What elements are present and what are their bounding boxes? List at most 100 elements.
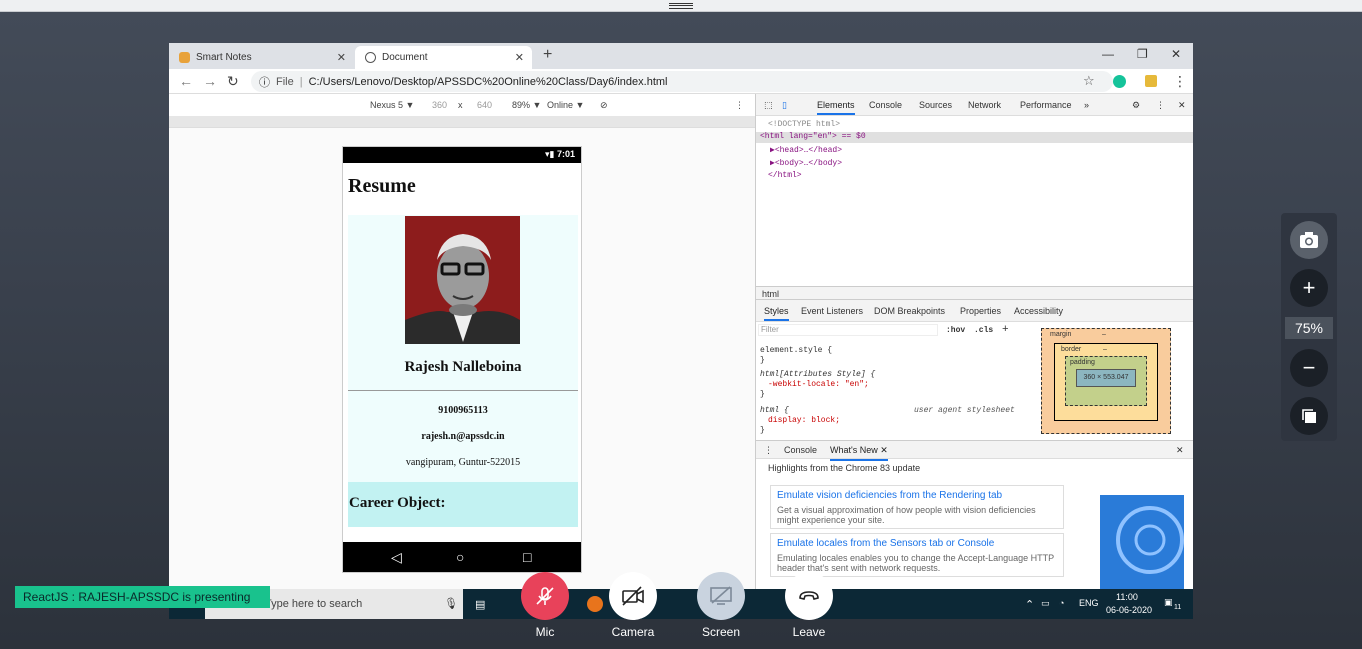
margin-value: – (1102, 331, 1106, 338)
battery-icon: ▭ (1041, 598, 1050, 608)
class-toggle[interactable]: .cls (974, 326, 993, 335)
device-select[interactable]: Nexus 5 ▼ (370, 100, 414, 110)
news-desc: Emulating locales enables you to change … (777, 553, 1055, 573)
more-tabs-icon[interactable]: » (1084, 100, 1089, 110)
drawer-menu-icon[interactable]: ⋮ (764, 445, 773, 456)
zoom-in-button[interactable]: + (1290, 269, 1328, 307)
tab-smart-notes[interactable]: Smart Notes ✕ (169, 46, 354, 69)
clock-time[interactable]: 11:00 (1116, 592, 1138, 602)
leave-button[interactable] (785, 572, 833, 620)
style-rule-close: } (760, 356, 765, 365)
box-model-content[interactable]: 360 × 553.047 (1076, 369, 1136, 387)
drag-handle-icon[interactable] (669, 3, 693, 9)
camera-button[interactable] (609, 572, 657, 620)
device-toolbar: Nexus 5 ▼ 360 x 640 89% ▼ Online ▼ ⊘ ⋮ (169, 94, 755, 116)
style-property[interactable]: display: block; (768, 416, 840, 425)
home-nav-icon[interactable]: ○ (456, 549, 464, 565)
tab-properties[interactable]: Properties (960, 306, 1001, 316)
close-icon[interactable]: ✕ (1178, 100, 1186, 111)
tab-sources[interactable]: Sources (919, 100, 952, 110)
tab-label: Smart Notes (196, 52, 252, 63)
news-title[interactable]: Emulate locales from the Sensors tab or … (777, 538, 1057, 549)
width-input[interactable]: 360 (432, 100, 447, 110)
minimize-icon[interactable]: — (1102, 47, 1114, 61)
gear-icon[interactable]: ⚙ (1132, 100, 1140, 111)
html-close-node[interactable]: </html> (768, 171, 802, 180)
maximize-icon[interactable]: ❐ (1137, 47, 1148, 61)
close-window-icon[interactable]: ✕ (1171, 47, 1181, 61)
news-title[interactable]: Emulate vision deficiencies from the Ren… (777, 490, 1057, 501)
rule-source: user agent stylesheet (914, 406, 1015, 415)
body-node[interactable]: ▶<body>…</body> (770, 158, 842, 168)
screen-share-icon (710, 586, 732, 605)
tab-performance[interactable]: Performance (1020, 100, 1072, 110)
drawer-tabs: ⋮ Console What's New ✕ ✕ (756, 441, 1193, 461)
tab-document[interactable]: Document ✕ (355, 46, 532, 69)
new-tab-icon[interactable]: + (543, 46, 552, 64)
network-select[interactable]: Online ▼ (547, 100, 584, 110)
tab-network[interactable]: Network (968, 100, 1001, 110)
mic-button[interactable] (521, 572, 569, 620)
clock-date[interactable]: 06-06-2020 (1106, 605, 1152, 615)
tab-whats-new[interactable]: What's New ✕ (830, 445, 888, 461)
doctype-node[interactable]: <!DOCTYPE html> (768, 120, 840, 129)
mic-search-icon[interactable]: 🎙 (444, 597, 458, 610)
style-property[interactable]: -webkit-locale: "en"; (768, 380, 869, 389)
breadcrumb[interactable]: html (756, 286, 1193, 300)
tab-accessibility[interactable]: Accessibility (1014, 306, 1063, 316)
styles-filter-input[interactable]: Filter (758, 324, 938, 336)
zoom-out-button[interactable]: − (1290, 349, 1328, 387)
forward-icon[interactable]: → (203, 73, 217, 89)
head-node[interactable]: ▶<head>…</head> (770, 145, 842, 155)
zoom-select[interactable]: 89% ▼ (512, 100, 541, 110)
fit-screen-button[interactable] (1290, 397, 1328, 435)
profile-card: Rajesh Nalleboina 9100965113 rajesh.n@ap… (348, 215, 578, 483)
wifi-icon[interactable]: ◔ (1059, 598, 1064, 608)
email-address: rajesh.n@apssdc.in (421, 431, 505, 442)
menu-icon[interactable]: ⋮ (1173, 73, 1187, 90)
more-icon[interactable]: ⋮ (1156, 100, 1165, 111)
back-icon[interactable]: ← (179, 73, 193, 89)
device-toggle-icon[interactable]: ▯ (782, 100, 787, 111)
html-node-selected[interactable]: <html lang="en"> == $0 (756, 132, 1193, 143)
language-label[interactable]: ENG (1079, 598, 1099, 608)
star-icon[interactable]: ☆ (1083, 73, 1095, 89)
android-nav-bar: ◁ ○ □ (343, 542, 581, 572)
tab-event-listeners[interactable]: Event Listeners (801, 306, 863, 316)
task-view-icon[interactable]: ▤ (475, 598, 485, 611)
box-model-margin: margin – border – padding 360 × 553.047 (1041, 328, 1171, 434)
screenshot-button[interactable] (1290, 221, 1328, 259)
inspect-icon[interactable]: ⬚ (764, 100, 773, 111)
style-rule: html[Attributes Style] { (760, 370, 876, 379)
reload-icon[interactable]: ↻ (227, 73, 239, 90)
grammarly-icon[interactable] (1113, 75, 1126, 88)
tab-dom-breakpoints[interactable]: DOM Breakpoints (874, 306, 945, 316)
notification-icon[interactable]: ▣ (1164, 597, 1173, 608)
hover-toggle[interactable]: :hov (946, 326, 965, 335)
news-item[interactable]: Emulate vision deficiencies from the Ren… (770, 485, 1064, 529)
close-icon[interactable]: ✕ (337, 51, 346, 64)
screen-button[interactable] (697, 572, 745, 620)
url-field[interactable]: ⓘ File | C:/Users/Lenovo/Desktop/APSSDC%… (251, 71, 1113, 92)
back-nav-icon[interactable]: ◁ (391, 549, 402, 566)
tab-console-drawer[interactable]: Console (784, 445, 817, 455)
height-input[interactable]: 640 (477, 100, 492, 110)
tab-styles[interactable]: Styles (764, 306, 789, 321)
news-item[interactable]: Emulate locales from the Sensors tab or … (770, 533, 1064, 577)
info-icon[interactable]: ⓘ (259, 74, 270, 90)
rotate-icon[interactable]: ⊘ (600, 100, 608, 111)
tab-console[interactable]: Console (869, 100, 902, 110)
more-icon[interactable]: ⋮ (735, 100, 744, 111)
media-query-bar[interactable] (169, 116, 755, 128)
close-icon[interactable]: ✕ (515, 51, 524, 64)
close-icon[interactable]: ✕ (1176, 445, 1184, 456)
mic-label: Mic (535, 625, 555, 639)
tray-up-icon[interactable]: ⌃ (1025, 598, 1034, 611)
copy-icon (1302, 409, 1316, 423)
tab-elements[interactable]: Elements (817, 100, 855, 115)
recents-nav-icon[interactable]: □ (523, 549, 531, 565)
firefox-icon[interactable] (587, 596, 603, 612)
margin-label: margin (1050, 331, 1072, 338)
add-rule-icon[interactable]: + (1002, 324, 1009, 336)
extension-icon[interactable] (1145, 75, 1157, 87)
